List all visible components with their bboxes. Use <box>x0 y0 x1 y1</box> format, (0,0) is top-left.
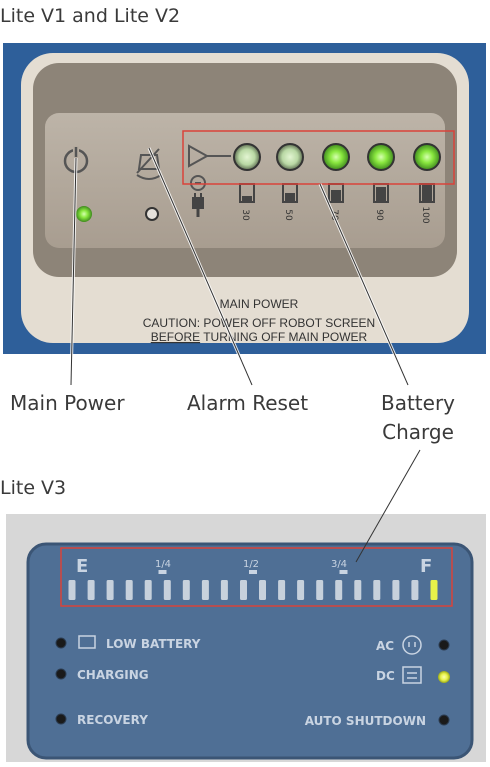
callout-battery-charge-line-1: Battery <box>380 391 456 415</box>
battery-led-50 <box>276 143 304 171</box>
caution-before-word: BEFORE <box>151 330 200 344</box>
lite-v3-panel-photo: E F 1/4 1/2 3/4 LOW BATTERY CHARGING REC… <box>6 514 486 762</box>
battery-level-fill-70 <box>331 190 341 201</box>
recovery-label: RECOVERY <box>77 713 148 727</box>
battery-segment <box>259 580 266 600</box>
callout-main-power: Main Power <box>10 391 125 415</box>
battery-segment <box>163 580 171 600</box>
battery-led-70 <box>322 143 350 171</box>
segment-tick-marker <box>339 570 348 574</box>
battery-level-label-100: 100 <box>420 206 430 223</box>
battery-segment <box>430 580 438 600</box>
dc-led <box>438 671 450 683</box>
battery-segment <box>182 580 190 600</box>
battery-level-label-30: 30 <box>240 209 250 221</box>
battery-led-100 <box>413 143 441 171</box>
battery-level-fill-50 <box>285 193 295 201</box>
battery-segment <box>106 580 114 600</box>
tick-label-three-quarter: 3/4 <box>331 559 347 570</box>
battery-segment <box>278 580 286 600</box>
full-label: F <box>420 556 432 577</box>
segment-tick-marker <box>249 570 257 574</box>
tick-label-half: 1/2 <box>243 559 259 570</box>
battery-level-fill-100 <box>422 185 432 201</box>
auto-shutdown-label: AUTO SHUTDOWN <box>305 714 426 728</box>
callout-battery-charge: Battery Charge <box>372 389 464 447</box>
tick-label-quarter: 1/4 <box>155 559 171 570</box>
recovery-led <box>55 713 67 725</box>
battery-segment <box>335 580 343 600</box>
lite-v1-v2-panel-photo: 30 50 70 90 100 MAIN POWER CAUTION: POWER OF… <box>3 43 486 354</box>
ac-led <box>438 639 450 651</box>
battery-segment <box>297 580 305 600</box>
heading-lite-v3: Lite V3 <box>0 477 67 499</box>
battery-segment <box>144 580 152 600</box>
battery-segment <box>68 580 76 600</box>
battery-level-label-70: 70 <box>329 209 339 221</box>
empty-label: E <box>76 556 88 577</box>
battery-level-label-90: 90 <box>374 209 384 221</box>
low-battery-led <box>55 637 67 649</box>
battery-segment <box>392 580 400 600</box>
battery-level-fill-30 <box>242 196 252 201</box>
charging-led <box>55 668 67 680</box>
battery-segment <box>125 580 133 600</box>
battery-segment <box>373 580 381 600</box>
low-battery-label: LOW BATTERY <box>106 637 201 651</box>
battery-segment <box>220 580 228 600</box>
battery-level-label-50: 50 <box>283 209 293 221</box>
caution-line-1: CAUTION: POWER OFF ROBOT SCREEN <box>143 316 375 330</box>
dc-label: DC <box>376 669 395 683</box>
battery-led-90 <box>367 143 395 171</box>
segment-tick-marker <box>158 570 167 574</box>
main-power-caption: MAIN POWER <box>220 297 299 311</box>
callout-battery-charge-line-2: Charge <box>382 420 454 444</box>
battery-segment <box>316 580 324 600</box>
battery-led-30 <box>233 143 261 171</box>
callout-alarm-reset: Alarm Reset <box>187 391 309 415</box>
battery-level-fill-90 <box>376 187 386 201</box>
main-power-led <box>76 206 92 222</box>
battery-segment <box>201 580 209 600</box>
caution-line-2: BEFORE TURNING OFF MAIN POWER <box>151 330 368 344</box>
caution-line-2-rest: TURNING OFF MAIN POWER <box>200 330 367 344</box>
battery-segment <box>87 580 95 600</box>
auto-shutdown-led <box>438 714 450 726</box>
battery-segment <box>411 580 419 600</box>
alarm-reset-led <box>145 207 159 221</box>
battery-segment <box>240 580 247 600</box>
panel-face <box>45 113 445 248</box>
ac-label: AC <box>376 639 394 653</box>
heading-lite-v1-v2: Lite V1 and Lite V2 <box>0 5 181 27</box>
battery-segment <box>354 580 362 600</box>
charging-label: CHARGING <box>77 668 149 682</box>
